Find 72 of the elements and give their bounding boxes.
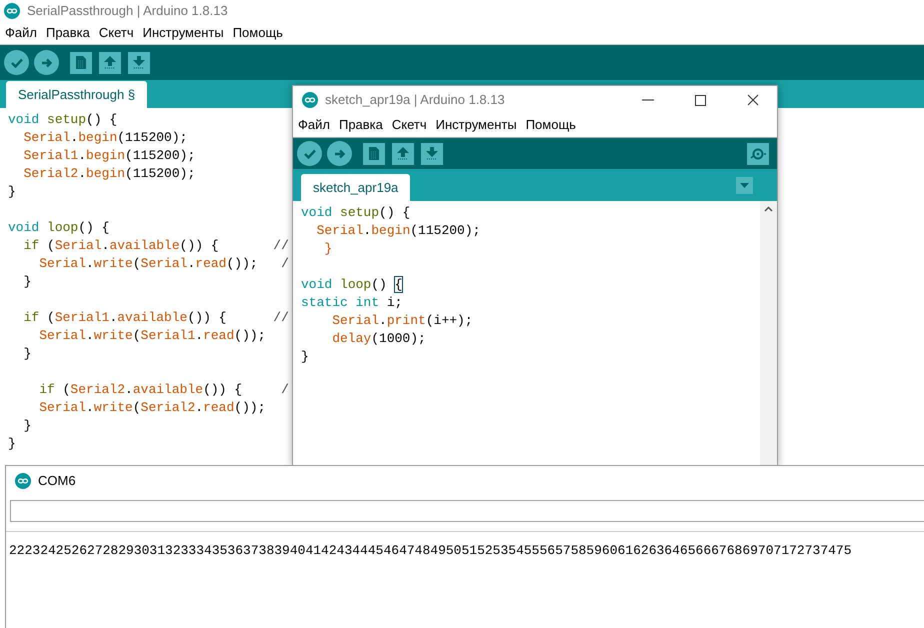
chevron-up-icon[interactable] xyxy=(764,206,773,212)
menu-item[interactable]: Инструменты xyxy=(436,115,517,135)
arrow-right-icon xyxy=(40,58,52,68)
window-title: SerialPassthrough | Arduino 1.8.13 xyxy=(27,2,228,20)
arrow-up-icon xyxy=(397,147,409,160)
arrow-up-icon xyxy=(104,56,116,69)
document-icon xyxy=(369,147,379,160)
verify-button[interactable] xyxy=(4,50,29,75)
menu-item[interactable]: Помощь xyxy=(232,23,283,43)
document-icon xyxy=(76,56,86,69)
arrow-right-icon xyxy=(334,148,346,158)
menu-item[interactable]: Файл xyxy=(298,115,330,135)
save-button[interactable] xyxy=(421,142,443,164)
menu-item[interactable]: Инструменты xyxy=(142,23,224,43)
input-field[interactable] xyxy=(10,500,924,522)
close-icon[interactable] xyxy=(747,94,759,106)
sketch-tab[interactable]: sketch_apr19a xyxy=(301,174,410,201)
scrollbar[interactable] xyxy=(760,201,777,466)
menu-item[interactable]: Скетч xyxy=(98,23,134,43)
code-line: Serial2.begin(115200); xyxy=(22,165,196,183)
magnifier-icon xyxy=(750,146,766,160)
code-line: } xyxy=(8,183,16,201)
code-line: static int i; xyxy=(301,294,402,312)
code-line: } xyxy=(22,417,32,435)
window-title: sketch_apr19a | Arduino 1.8.13 xyxy=(325,91,506,110)
code-line: void loop() { xyxy=(301,276,402,294)
code-line: Serial.write(Serial2.read()); xyxy=(38,399,266,417)
code-line: Serial.write(Serial1.read()); xyxy=(38,327,266,345)
code-line: } xyxy=(22,345,32,363)
logo-icon xyxy=(4,3,20,19)
save-button[interactable] xyxy=(128,52,150,74)
sketch-tab[interactable]: SerialPassthrough § xyxy=(6,81,148,108)
code-line: } xyxy=(323,240,332,258)
menu-item[interactable]: Файл xyxy=(5,23,37,43)
code-line: } xyxy=(8,435,16,453)
menu-item[interactable]: Помощь xyxy=(526,115,576,135)
code-line: } xyxy=(301,348,309,366)
tab-menu-button[interactable] xyxy=(736,177,753,194)
code-line: if (Serial2.available()) { / xyxy=(38,381,289,399)
logo-icon xyxy=(15,473,31,489)
verify-button[interactable] xyxy=(297,141,322,166)
arrow-down-icon xyxy=(133,56,145,69)
arrow-down-icon xyxy=(426,147,438,160)
serial-output: 222324252627282930313233343536373839404142434445464748495051525354555657585960616263646566676869707172737475 xyxy=(9,543,852,558)
code-line: Serial.begin(115200); xyxy=(22,129,188,147)
menu-item[interactable]: Скетч xyxy=(392,115,427,135)
window-title: COM6 xyxy=(38,472,76,490)
code-line: void setup() { xyxy=(301,204,410,222)
logo-icon xyxy=(302,92,318,108)
code-line: Serial.begin(115200); xyxy=(316,222,480,240)
code-line: } xyxy=(22,273,32,291)
new-sketch-button[interactable] xyxy=(363,142,385,164)
open-button[interactable] xyxy=(392,142,414,164)
code-line: void loop() { xyxy=(8,219,110,237)
serial-monitor-button[interactable] xyxy=(747,142,769,164)
code-line: if (Serial.available()) { // xyxy=(22,237,289,255)
code-line: Serial.print(i++); xyxy=(331,312,473,330)
menu-item[interactable]: Правка xyxy=(338,115,383,135)
upload-button[interactable] xyxy=(34,50,59,75)
new-sketch-button[interactable] xyxy=(70,52,92,74)
menu-item[interactable]: Правка xyxy=(46,23,90,43)
triangle-down-icon xyxy=(740,183,749,188)
checkmark-icon xyxy=(10,58,22,68)
code-line: if (Serial1.available()) { // xyxy=(22,309,289,327)
code-line: Serial1.begin(115200); xyxy=(22,147,196,165)
code-line: Serial.write(Serial.read()); / xyxy=(38,255,289,273)
open-button[interactable] xyxy=(99,52,121,74)
upload-button[interactable] xyxy=(327,141,352,166)
code-line: void setup() { xyxy=(8,111,118,129)
checkmark-icon xyxy=(304,148,316,158)
maximize-icon[interactable] xyxy=(695,94,706,106)
code-line: delay(1000); xyxy=(331,330,426,348)
